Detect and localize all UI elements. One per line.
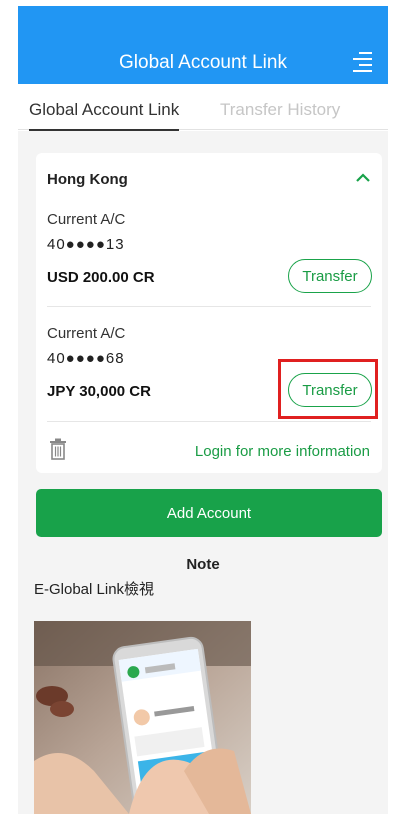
chevron-up-icon[interactable] <box>354 169 372 187</box>
account-card: Hong Kong Current A/C 40●●●●13 USD 200.0… <box>36 153 382 473</box>
divider <box>47 421 371 422</box>
header-title: Global Account Link <box>119 52 287 73</box>
transfer-button[interactable]: Transfer <box>288 259 372 293</box>
account-type: Current A/C <box>47 211 126 228</box>
account-number: 40●●●●68 <box>47 350 125 367</box>
note-subtitle: E-Global Link檢視 <box>34 581 155 598</box>
add-account-button[interactable]: Add Account <box>36 489 382 537</box>
divider <box>47 306 371 307</box>
account-type: Current A/C <box>47 325 126 342</box>
menu-icon[interactable] <box>350 50 374 74</box>
account-balance: JPY 30,000 CR <box>47 383 151 400</box>
app-header: Global Account Link <box>18 6 388 84</box>
region-label: Hong Kong <box>47 171 128 188</box>
note-title: Note <box>186 556 220 573</box>
account-number: 40●●●●13 <box>47 236 125 253</box>
promo-image <box>34 621 251 814</box>
tab-global-account-link[interactable]: Global Account Link <box>29 100 180 131</box>
trash-icon[interactable] <box>49 438 67 460</box>
highlight-box <box>278 359 378 419</box>
account-balance: USD 200.00 CR <box>47 269 155 286</box>
tab-transfer-history[interactable]: Transfer History <box>220 100 340 120</box>
login-more-info-link[interactable]: Login for more information <box>195 443 370 460</box>
tab-bar: Global Account Link Transfer History <box>18 92 388 131</box>
